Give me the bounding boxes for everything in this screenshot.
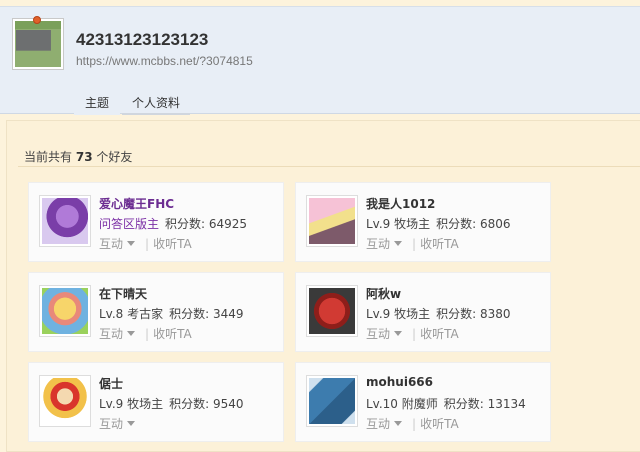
friend-score: 积分数: 8380 [436, 307, 511, 321]
friend-card: mohui666 Lv.10 附魔师 积分数: 13134 互动 | 收听TA [295, 362, 551, 442]
profile-url[interactable]: https://www.mcbbs.net/?3074815 [76, 54, 253, 68]
friend-score: 积分数: 9540 [169, 397, 244, 411]
friends-count-number: 73 [75, 150, 93, 164]
friend-level: Lv.8 考古家 [99, 307, 164, 321]
friend-card: 我是人1012 Lv.9 牧场主 积分数: 6806 互动 | 收听TA [295, 182, 551, 262]
friend-avatar[interactable] [39, 195, 91, 247]
friend-actions: 互动 [99, 415, 139, 432]
friend-level: 问答区版主 [99, 217, 160, 231]
interact-button[interactable]: 互动 [99, 327, 123, 341]
listen-button[interactable]: 收听TA [420, 237, 459, 251]
tab-profile[interactable]: 个人资料 [122, 91, 190, 115]
friend-name[interactable]: mohui666 [366, 375, 433, 389]
friend-name[interactable]: 阿秋w [366, 285, 401, 302]
friend-actions: 互动 | 收听TA [366, 417, 459, 431]
interact-button[interactable]: 互动 [366, 237, 390, 251]
friend-card: 阿秋w Lv.9 牧场主 积分数: 8380 互动 | 收听TA [295, 272, 551, 352]
friend-avatar[interactable] [306, 285, 358, 337]
friend-score: 积分数: 6806 [436, 217, 511, 231]
interact-button[interactable]: 互动 [366, 417, 390, 431]
friend-level: Lv.9 牧场主 [99, 397, 164, 411]
profile-username: 42313123123123 [76, 30, 209, 49]
friend-score: 积分数: 13134 [443, 397, 526, 411]
friend-name[interactable]: 在下晴天 [99, 285, 147, 302]
friend-card: 在下晴天 Lv.8 考古家 积分数: 3449 互动 | 收听TA [28, 272, 284, 352]
friend-actions: 互动 | 收听TA [366, 327, 459, 341]
divider [18, 166, 640, 167]
friend-meta: Lv.8 考古家 积分数: 3449 [99, 305, 244, 322]
profile-header: 42313123123123 https://www.mcbbs.net/?30… [0, 6, 640, 115]
chevron-down-icon[interactable] [127, 331, 136, 336]
chevron-down-icon[interactable] [394, 421, 403, 426]
interact-button[interactable]: 互动 [366, 327, 390, 341]
friend-level: Lv.9 牧场主 [366, 307, 431, 321]
friend-score: 积分数: 64925 [165, 217, 248, 231]
chevron-down-icon[interactable] [127, 421, 136, 426]
interact-button[interactable]: 互动 [99, 237, 123, 251]
friends-count-prefix: 当前共有 [24, 150, 73, 164]
friend-avatar[interactable] [39, 375, 91, 427]
friend-actions: 互动 | 收听TA [99, 327, 192, 341]
friend-meta: Lv.9 牧场主 积分数: 8380 [366, 305, 511, 322]
chevron-down-icon[interactable] [394, 331, 403, 336]
friends-count: 当前共有 73 个好友 [24, 148, 132, 165]
friend-level: Lv.10 附魔师 [366, 397, 438, 411]
friend-name[interactable]: 爱心魔王FHC [99, 195, 174, 212]
friend-score: 积分数: 3449 [169, 307, 244, 321]
friend-card: 倨士 Lv.9 牧场主 积分数: 9540 互动 [28, 362, 284, 442]
friend-meta: Lv.10 附魔师 积分数: 13134 [366, 395, 526, 412]
friends-count-suffix: 个好友 [96, 150, 133, 164]
friend-actions: 互动 | 收听TA [366, 237, 459, 251]
friend-card: 爱心魔王FHC 问答区版主 积分数: 64925 互动 | 收听TA [28, 182, 284, 262]
friend-meta: Lv.9 牧场主 积分数: 6806 [366, 215, 511, 232]
friend-name[interactable]: 倨士 [99, 375, 123, 392]
listen-button[interactable]: 收听TA [153, 237, 192, 251]
profile-avatar[interactable] [12, 18, 64, 70]
friend-meta: Lv.9 牧场主 积分数: 9540 [99, 395, 244, 412]
location-pin-icon [33, 16, 41, 24]
tab-topics[interactable]: 主题 [74, 91, 120, 115]
listen-button[interactable]: 收听TA [153, 327, 192, 341]
friend-avatar[interactable] [306, 195, 358, 247]
friend-actions: 互动 | 收听TA [99, 237, 192, 251]
chevron-down-icon[interactable] [127, 241, 136, 246]
friend-avatar[interactable] [39, 285, 91, 337]
listen-button[interactable]: 收听TA [420, 327, 459, 341]
friend-avatar[interactable] [306, 375, 358, 427]
interact-button[interactable]: 互动 [99, 417, 123, 431]
listen-button[interactable]: 收听TA [420, 417, 459, 431]
chevron-down-icon[interactable] [394, 241, 403, 246]
friend-name[interactable]: 我是人1012 [366, 195, 435, 212]
friend-meta: 问答区版主 积分数: 64925 [99, 215, 247, 232]
friend-level: Lv.9 牧场主 [366, 217, 431, 231]
